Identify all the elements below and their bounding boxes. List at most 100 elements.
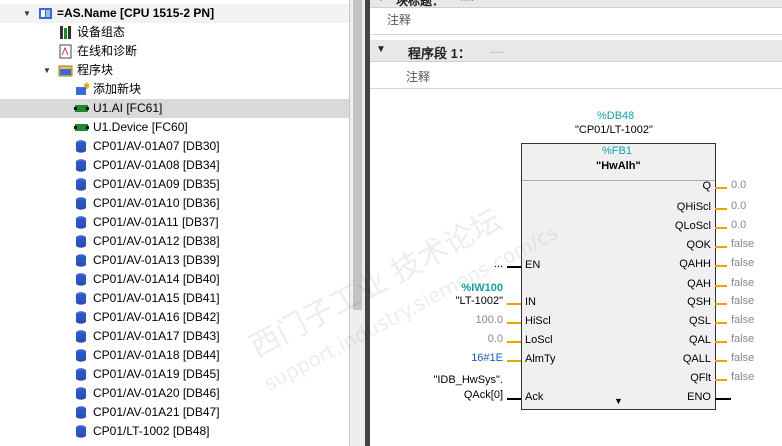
- scrollbar-thumb[interactable]: [353, 0, 362, 310]
- db-icon: [74, 158, 89, 173]
- output-value[interactable]: false: [731, 314, 754, 326]
- tree-item-label: CP01/AV-01A10 [DB36]: [93, 196, 220, 210]
- tree-item[interactable]: CP01/AV-01A08 [DB34]: [0, 156, 349, 175]
- block-comment[interactable]: 注释: [387, 11, 411, 28]
- output-wire: [715, 360, 727, 362]
- input-operand[interactable]: 100.0: [475, 314, 503, 326]
- plc-station-icon: [38, 6, 53, 21]
- function-block-box[interactable]: %FB1 "HwAlh" ▼: [521, 143, 716, 410]
- network-title-bar[interactable]: ▼ 程序段 1： .....: [370, 40, 782, 62]
- output-wire: [715, 303, 727, 305]
- input-operand[interactable]: QAck[0]: [464, 389, 503, 401]
- db-icon: [74, 215, 89, 230]
- instance-db-name[interactable]: "CP01/LT-1002": [575, 124, 653, 136]
- tree-item[interactable]: CP01/AV-01A17 [DB43]: [0, 327, 349, 346]
- block-title-placeholder[interactable]: .....: [460, 0, 474, 4]
- input-operand[interactable]: "LT-1002": [456, 295, 503, 307]
- tree-item[interactable]: 设备组态: [0, 23, 349, 42]
- db-icon: [74, 310, 89, 325]
- tree-item[interactable]: ✱ 添加新块: [0, 80, 349, 99]
- tree-item-label: CP01/AV-01A15 [DB41]: [93, 291, 220, 305]
- tree-item[interactable]: CP01/AV-01A09 [DB35]: [0, 175, 349, 194]
- db-icon: [74, 386, 89, 401]
- tree-item[interactable]: CP01/AV-01A12 [DB38]: [0, 232, 349, 251]
- output-value[interactable]: false: [731, 333, 754, 345]
- tree-item[interactable]: CP01/AV-01A16 [DB42]: [0, 308, 349, 327]
- tree-item-label: CP01/LT-1002 [DB48]: [93, 424, 210, 438]
- input-pin-label: Ack: [525, 391, 544, 403]
- output-pin-label: QAHH: [679, 258, 711, 270]
- instance-db-address: %DB48: [597, 110, 635, 122]
- tree-item[interactable]: CP01/AV-01A11 [DB37]: [0, 213, 349, 232]
- input-operand[interactable]: 0.0: [488, 333, 503, 345]
- tree-item[interactable]: CP01/AV-01A19 [DB45]: [0, 365, 349, 384]
- tree-item[interactable]: ▼ =AS.Name [CPU 1515-2 PN]: [0, 4, 349, 23]
- input-address: %IW100: [461, 282, 503, 294]
- tree-item-label: =AS.Name [CPU 1515-2 PN]: [57, 6, 215, 20]
- output-wire: [715, 208, 727, 210]
- online-diagnostics-icon: [58, 44, 73, 59]
- expand-arrow-icon[interactable]: ▼: [42, 61, 52, 80]
- output-pin-label: QOK: [686, 239, 711, 251]
- input-operand[interactable]: "IDB_HwSys".: [433, 374, 503, 386]
- tree-item[interactable]: CP01/AV-01A10 [DB36]: [0, 194, 349, 213]
- output-wire: [715, 265, 727, 267]
- block-title-bar[interactable]: ▼ 块标题： .....: [370, 0, 782, 8]
- db-icon: [74, 348, 89, 363]
- db-icon: [74, 424, 89, 439]
- tree-item[interactable]: CP01/AV-01A07 [DB30]: [0, 137, 349, 156]
- network-comment[interactable]: 注释: [406, 68, 430, 85]
- input-operand[interactable]: 16#1E: [471, 352, 503, 364]
- tree-item[interactable]: CP01/AV-01A21 [DB47]: [0, 403, 349, 422]
- network-collapse-icon[interactable]: ▼: [376, 44, 386, 55]
- tree-item-label: 添加新块: [93, 82, 142, 96]
- collapse-arrow-icon[interactable]: ▼: [376, 0, 386, 4]
- tree-item[interactable]: U1.Device [FC60]: [0, 118, 349, 137]
- expand-arrow-icon[interactable]: ▼: [22, 4, 32, 23]
- output-value[interactable]: false: [731, 277, 754, 289]
- tree-item-label: 程序块: [77, 63, 114, 77]
- tree-item[interactable]: CP01/AV-01A13 [DB39]: [0, 251, 349, 270]
- output-value[interactable]: false: [731, 295, 754, 307]
- tree-item[interactable]: CP01/AV-01A15 [DB41]: [0, 289, 349, 308]
- divider: [370, 88, 782, 89]
- db-icon: [74, 139, 89, 154]
- tree-item[interactable]: CP01/AV-01A18 [DB44]: [0, 346, 349, 365]
- output-value[interactable]: false: [731, 238, 754, 250]
- output-value[interactable]: false: [731, 352, 754, 364]
- output-wire: [715, 322, 727, 324]
- db-icon: [74, 253, 89, 268]
- device-config-icon: [58, 25, 73, 40]
- output-pin-label: QLoScl: [674, 220, 711, 232]
- tree-item-label: CP01/AV-01A18 [DB44]: [93, 348, 220, 362]
- output-value[interactable]: false: [731, 257, 754, 269]
- input-wire: [507, 322, 521, 324]
- tree-item[interactable]: 在线和诊断: [0, 42, 349, 61]
- tree-item[interactable]: CP01/AV-01A20 [DB46]: [0, 384, 349, 403]
- tree-item-label: U1.Device [FC60]: [93, 120, 188, 134]
- output-wire: [715, 187, 727, 189]
- tree-item[interactable]: ▼ 程序块: [0, 61, 349, 80]
- output-value[interactable]: 0.0: [731, 219, 746, 231]
- db-icon: [74, 234, 89, 249]
- db-icon: [74, 272, 89, 287]
- output-value[interactable]: 0.0: [731, 179, 746, 191]
- tree-item[interactable]: CP01/AV-01A14 [DB40]: [0, 270, 349, 289]
- input-operand[interactable]: ...: [494, 258, 503, 270]
- expand-arrow-icon[interactable]: ▼: [614, 396, 623, 406]
- input-pin-label: EN: [525, 259, 541, 271]
- output-wire: [715, 398, 731, 400]
- output-value[interactable]: false: [731, 371, 754, 383]
- output-value[interactable]: 0.0: [731, 200, 746, 212]
- tree-scrollbar[interactable]: [349, 0, 366, 446]
- tree-item-label: CP01/AV-01A21 [DB47]: [93, 405, 220, 419]
- tree-item-label: CP01/AV-01A11 [DB37]: [93, 215, 219, 229]
- tree-item[interactable]: U1.AI [FC61]: [0, 99, 349, 118]
- network-title-placeholder[interactable]: .....: [490, 45, 504, 56]
- tree-item-label: CP01/AV-01A13 [DB39]: [93, 253, 220, 267]
- input-pin-label: HiScl: [525, 315, 551, 327]
- tree-item[interactable]: CP01/LT-1002 [DB48]: [0, 422, 349, 441]
- input-wire: [507, 303, 521, 305]
- program-editor: ▼ 块标题： ..... 注释 ▼ 程序段 1： ..... 注释 %DB48 …: [370, 0, 782, 446]
- output-wire: [715, 379, 727, 381]
